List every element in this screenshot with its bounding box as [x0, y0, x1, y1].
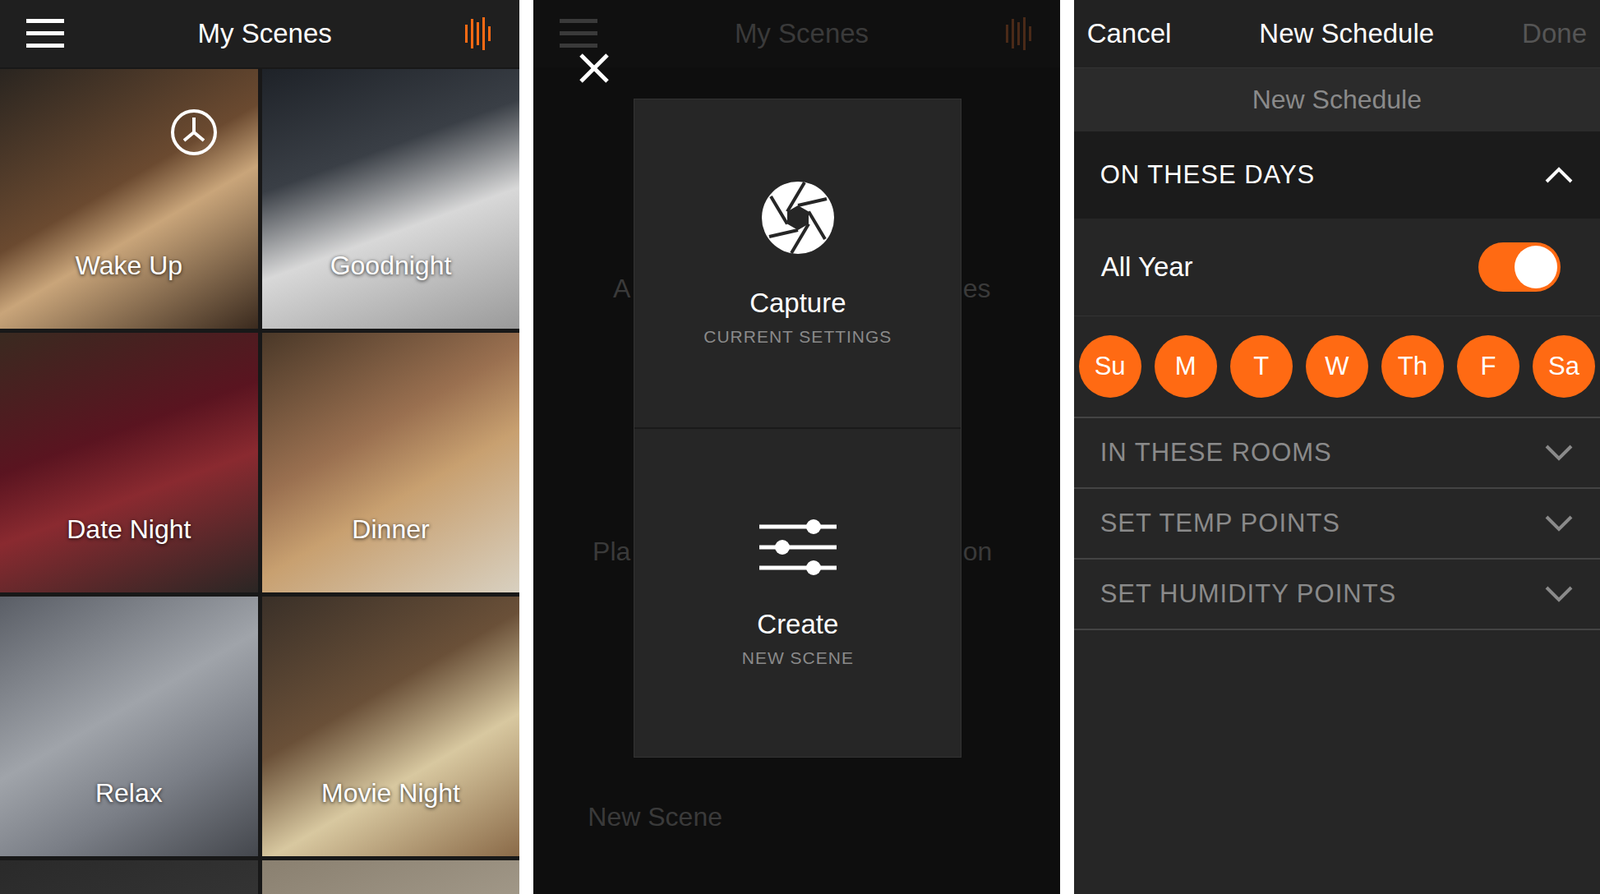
option-title: Create	[756, 608, 839, 641]
scene-label: Relax	[95, 778, 163, 809]
day-button[interactable]: Th	[1381, 335, 1444, 398]
day-button[interactable]: Sa	[1532, 335, 1596, 398]
section-header[interactable]: SET TEMP POINTS	[1074, 488, 1600, 560]
menu-option[interactable]: Capture CURRENT SETTINGS	[634, 99, 961, 428]
all-year-row: All Year	[1074, 218, 1600, 317]
day-button[interactable]: Su	[1078, 335, 1142, 398]
day-button[interactable]: M	[1154, 335, 1218, 398]
background-label: Pla	[592, 536, 631, 568]
background-label: A	[613, 273, 631, 305]
close-icon[interactable]	[578, 52, 610, 84]
menu-icon	[559, 17, 598, 51]
section-header[interactable]: IN THESE ROOMS	[1074, 418, 1600, 489]
overlay: Capture CURRENT SETTINGS Create NEW SCENE	[533, 0, 1060, 894]
section-label: SET TEMP POINTS	[1100, 508, 1341, 539]
day-picker: SuMTWThFSa	[1074, 316, 1600, 419]
scene-label: Dinner	[351, 514, 429, 545]
equalizer-icon[interactable]	[465, 17, 494, 51]
right-gutter: on	[959, 536, 1061, 568]
title: New Schedule	[1258, 18, 1435, 50]
aperture-icon	[760, 180, 835, 255]
chevron-down-icon	[1544, 443, 1574, 462]
day-button[interactable]: F	[1457, 335, 1520, 398]
clock-icon	[169, 107, 219, 157]
scene-tile[interactable]: Dinner	[262, 332, 521, 593]
menu-option[interactable]: Create NEW SCENE	[634, 427, 961, 757]
background-caption: New Scene	[587, 802, 723, 832]
toggle-knob	[1514, 245, 1558, 289]
option-subtitle: CURRENT SETTINGS	[703, 327, 892, 347]
header: My Scenes	[0, 0, 520, 68]
section-label: SET HUMIDITY POINTS	[1100, 579, 1398, 609]
modal: Capture CURRENT SETTINGS Create NEW SCENE	[633, 98, 962, 758]
scene-label: Date Night	[66, 514, 191, 545]
chevron-down-icon	[1544, 585, 1574, 604]
scene-label: Goodnight	[330, 250, 452, 282]
background-label: es	[963, 273, 992, 305]
scene-tile[interactable]: Wake Up	[0, 69, 259, 329]
done-button: Done	[1521, 18, 1587, 50]
new-scene-menu-screen: My Scenes Aes Pla on New Scene Capture CURRENT…	[533, 0, 1060, 894]
close-row	[533, 0, 1060, 99]
scene-tile[interactable]: Goodnight	[262, 69, 521, 329]
header: Cancel New Schedule Done	[1074, 0, 1600, 68]
chevron-up-icon	[1544, 165, 1574, 185]
scene-grid: Wake Up Goodnight Date Night Dinner Relax Mov…	[0, 67, 520, 894]
sliders-icon	[759, 518, 837, 577]
section-header[interactable]: SET HUMIDITY POINTS	[1074, 559, 1600, 631]
section-label: IN THESE ROOMS	[1100, 438, 1333, 468]
option-title: Capture	[749, 287, 846, 319]
all-year-toggle[interactable]	[1478, 242, 1561, 292]
scene-tile[interactable]: Date Night	[0, 332, 259, 593]
new-schedule-screen: Cancel New Schedule Done New Schedule ON THE…	[1074, 0, 1600, 894]
screenshot: My Scenes Wake Up Goodnight Date Night Dinne…	[0, 0, 1600, 894]
background-label: on	[963, 536, 993, 568]
scene-tile[interactable]: Relax	[0, 596, 259, 857]
placeholder: New Schedule	[1252, 84, 1422, 116]
cancel-button[interactable]: Cancel	[1087, 18, 1172, 50]
scene-tile[interactable]	[262, 860, 521, 894]
option-subtitle: NEW SCENE	[742, 648, 854, 669]
scene-tile[interactable]	[0, 860, 259, 894]
chevron-down-icon	[1544, 514, 1574, 533]
menu-icon[interactable]	[26, 17, 65, 51]
section-label: ON THESE DAYS	[1100, 160, 1316, 190]
title: My Scenes	[734, 18, 869, 50]
all-year-label: All Year	[1101, 251, 1194, 283]
right-gutter: es	[959, 273, 1061, 305]
day-button[interactable]: T	[1230, 335, 1293, 398]
scene-label: Wake Up	[75, 250, 183, 282]
day-button[interactable]: W	[1305, 335, 1369, 398]
schedule-name-field[interactable]: New Schedule	[1074, 67, 1600, 132]
scene-tile[interactable]: Movie Night	[262, 596, 521, 857]
section-header[interactable]: ON THESE DAYS	[1074, 131, 1600, 219]
left-gutter: Pla	[533, 536, 634, 568]
equalizer-icon	[1005, 17, 1034, 51]
title: My Scenes	[198, 18, 332, 50]
scene-label: Movie Night	[321, 778, 461, 809]
header: My Scenes	[533, 0, 1060, 68]
scenes-screen: My Scenes Wake Up Goodnight Date Night Dinne…	[0, 0, 520, 894]
left-gutter: A	[533, 273, 634, 305]
